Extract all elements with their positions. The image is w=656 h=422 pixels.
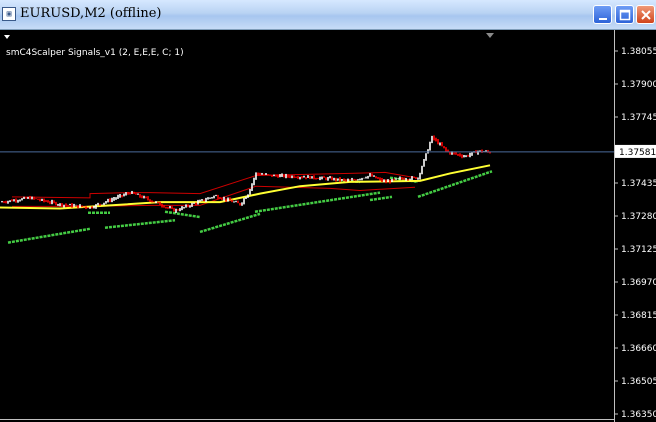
chart-window: ▣ EURUSD,M2 (offline) 1.38055 1.37900 1.37… <box>0 0 656 422</box>
price-tick-label: 1.36815 <box>621 311 656 321</box>
chart-canvas[interactable]: 1.380551.379001.377451.375901.374351.372… <box>0 30 656 422</box>
signal-segment <box>7 227 91 244</box>
signal-segment <box>164 210 201 219</box>
close-button[interactable] <box>636 5 655 24</box>
signal-segment <box>254 191 381 213</box>
price-tick-label: 1.37900 <box>621 80 656 90</box>
price-tick-label: 1.37280 <box>621 212 656 222</box>
signal-segment <box>417 170 493 199</box>
maximize-button[interactable] <box>615 5 634 24</box>
price-tick-label: 1.37435 <box>621 179 656 189</box>
price-axis-labels: 1.380551.379001.377451.375901.374351.372… <box>621 47 656 420</box>
price-tick-label: 1.36970 <box>621 278 656 288</box>
price-tick-label: 1.38055 <box>621 47 656 57</box>
maximize-icon <box>619 9 631 21</box>
chart-shift-triangle-icon[interactable] <box>486 33 494 38</box>
moving-average <box>0 164 491 210</box>
indicator-label: smC4Scalper Signals_v1 (2, E,E,E, C; 1) <box>6 48 184 58</box>
minimize-button[interactable] <box>593 5 612 24</box>
chart-menu-triangle-icon[interactable] <box>4 35 10 39</box>
signal-segment <box>104 219 176 229</box>
chart-window-icon[interactable]: ▣ <box>2 7 16 21</box>
candles <box>1 135 491 213</box>
close-icon <box>641 10 651 20</box>
ma-line <box>0 164 491 210</box>
price-tick-label: 1.36350 <box>621 410 656 420</box>
signal-segment <box>369 195 393 202</box>
price-tick-label: 1.37125 <box>621 245 656 255</box>
price-tick-label: 1.37745 <box>621 113 656 123</box>
envelope-upper <box>11 171 416 199</box>
current-price-label: 1.37581 <box>619 148 656 158</box>
price-tick-label: 1.36660 <box>621 344 656 354</box>
minimize-icon <box>599 18 607 20</box>
price-tick-label: 1.36505 <box>621 377 656 387</box>
signal-segment <box>199 212 261 234</box>
title-bar[interactable]: ▣ EURUSD,M2 (offline) <box>0 0 656 30</box>
window-title: EURUSD,M2 (offline) <box>20 6 162 21</box>
price-chart[interactable]: 1.380551.379001.377451.375901.374351.372… <box>0 30 656 422</box>
